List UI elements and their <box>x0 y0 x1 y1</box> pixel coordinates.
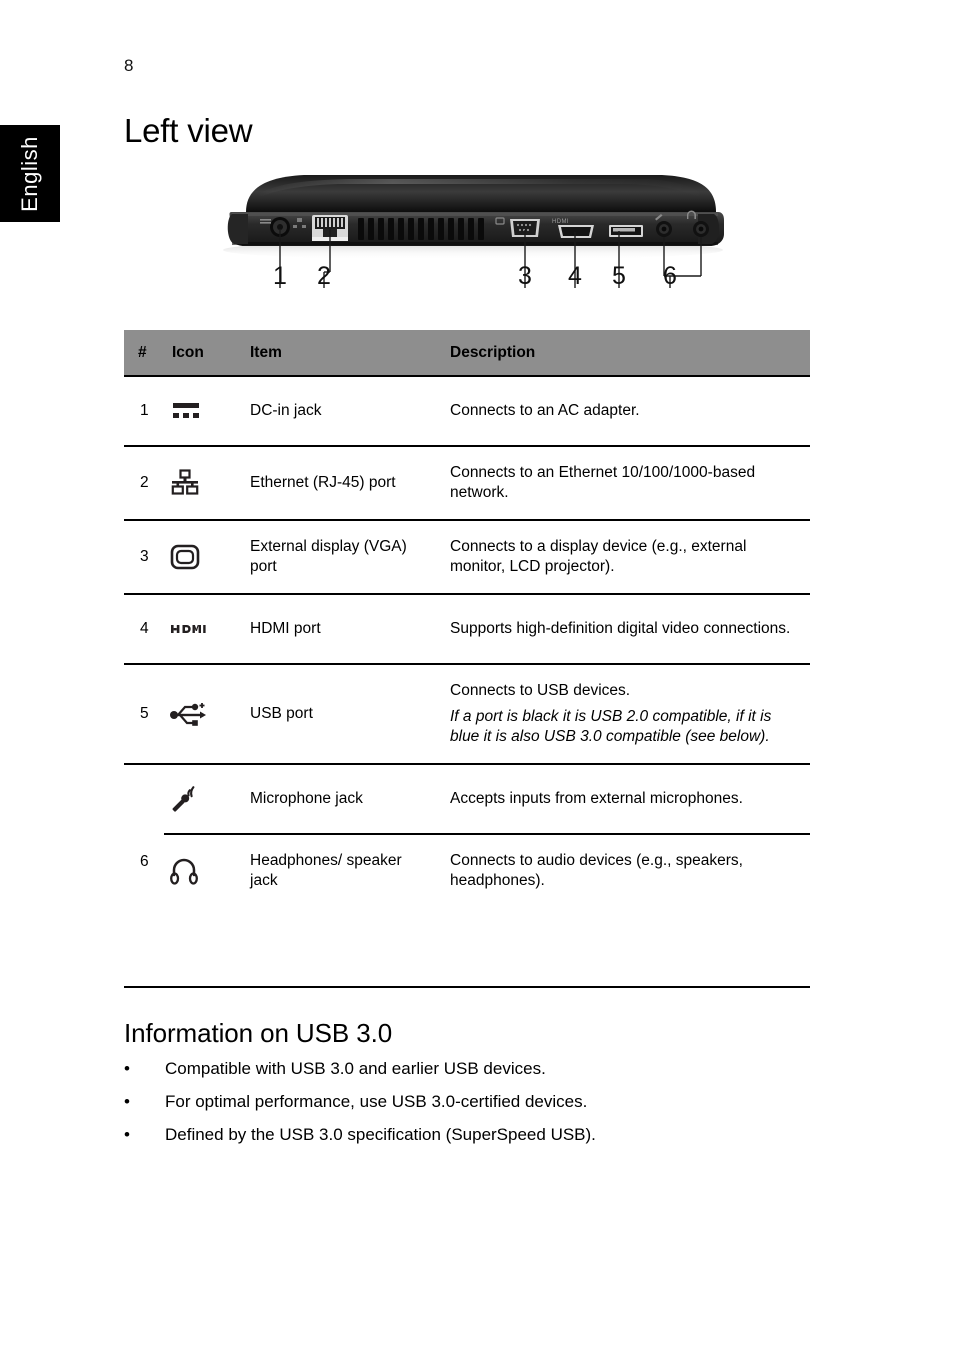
row-description: Connects to an Ethernet 10/100/1000-base… <box>446 445 810 520</box>
row-item: Ethernet (RJ-45) port <box>246 445 446 520</box>
bullet-icon: • <box>124 1059 130 1078</box>
microphone-jack-icon <box>170 781 216 817</box>
table-header-row: # Icon Item Description <box>124 330 810 376</box>
row-number: 4 <box>124 593 164 664</box>
row-item: Microphone jack <box>246 763 446 834</box>
table-row: Headphones/ speaker jack Connects to aud… <box>124 833 810 907</box>
vga-port-icon <box>170 539 216 575</box>
row-item: DC-in jack <box>246 375 446 446</box>
list-item: • For optimal performance, use USB 3.0-c… <box>124 1089 824 1115</box>
row-description: Connects to an AC adapter. <box>446 375 810 446</box>
headphones-speaker-jack-icon <box>170 853 216 889</box>
callout-2: 2 <box>317 262 331 290</box>
ports-table-header: # Icon Item Description <box>124 330 810 376</box>
header-number: # <box>124 330 164 376</box>
callout-3: 3 <box>518 262 532 290</box>
row-number-group: 6 <box>124 763 164 907</box>
list-item: • Defined by the USB 3.0 specification (… <box>124 1122 824 1148</box>
table-row: 1 DC-in jack Connects to an AC adapter. <box>124 375 810 446</box>
header-item: Item <box>246 330 446 376</box>
row-icon-cell <box>164 375 246 446</box>
callout-4: 4 <box>568 262 582 290</box>
bullet-icon: • <box>124 1125 130 1144</box>
dc-in-jack-icon <box>170 393 216 429</box>
row-description-cell: Connects to USB devices. If a port is bl… <box>446 663 810 764</box>
usb-section-title: Information on USB 3.0 <box>124 1018 393 1048</box>
row-icon-cell <box>164 593 246 664</box>
row-description: Connects to audio devices (e.g., speaker… <box>446 833 810 907</box>
row-description: Connects to USB devices. <box>450 682 631 699</box>
svg-text:HDMI: HDMI <box>552 219 569 225</box>
row-item: HDMI port <box>246 593 446 664</box>
usb-port-icon <box>170 696 216 732</box>
bullet-icon: • <box>124 1092 130 1111</box>
language-tab: English <box>0 125 60 222</box>
callout-1: 1 <box>273 262 287 290</box>
row-description: Connects to a display device (e.g., exte… <box>446 519 810 594</box>
row-item: Headphones/ speaker jack <box>246 833 446 907</box>
row-icon-cell <box>164 519 246 594</box>
row-number: 6 <box>140 853 149 870</box>
row-description: Accepts inputs from external microphones… <box>446 763 810 834</box>
row-description: Supports high-definition digital video c… <box>446 593 810 664</box>
table-row: 5 USB port Connects to USB devices. If a… <box>124 663 810 764</box>
header-description: Description <box>446 330 810 376</box>
row-number: 3 <box>124 519 164 594</box>
row-description-italic: If a port is black it is USB 2.0 compati… <box>450 708 772 745</box>
ethernet-port-icon <box>170 465 216 501</box>
usb-bullet-list: • Compatible with USB 3.0 and earlier US… <box>124 1056 824 1155</box>
table-row: 3 External display (VGA) port Connects t… <box>124 519 810 594</box>
table-bottom-rule <box>124 986 810 988</box>
figure-callout-numbers: 1 2 3 4 5 6 <box>218 262 728 294</box>
ports-table: # Icon Item Description 1 DC-in jack Con… <box>124 330 810 907</box>
list-item: • Compatible with USB 3.0 and earlier US… <box>124 1056 824 1082</box>
callout-6: 6 <box>663 262 677 290</box>
page-number: 8 <box>124 56 134 75</box>
row-item: USB port <box>246 663 446 764</box>
row-icon-cell <box>164 833 246 907</box>
row-item: External display (VGA) port <box>246 519 446 594</box>
list-item-label: For optimal performance, use USB 3.0-cer… <box>165 1092 588 1111</box>
row-icon-cell <box>164 663 246 764</box>
language-tab-label: English <box>17 135 42 212</box>
hdmi-port-icon <box>170 611 216 647</box>
header-icon: Icon <box>164 330 246 376</box>
list-item-label: Defined by the USB 3.0 specification (Su… <box>165 1125 596 1144</box>
row-number: 2 <box>124 445 164 520</box>
row-number: 1 <box>124 375 164 446</box>
table-row: 6 Microphone jack Accepts inputs from ex… <box>124 763 810 907</box>
row-icon-cell <box>164 763 246 834</box>
list-item-label: Compatible with USB 3.0 and earlier USB … <box>165 1059 546 1078</box>
row-number: 5 <box>124 663 164 764</box>
page-title: Left view <box>124 112 253 149</box>
table-row: 4 HDMI port Supports high-definition dig… <box>124 593 810 664</box>
callout-5: 5 <box>612 262 626 290</box>
table-row: 2 Ethernet (RJ-45) port Connects to an E… <box>124 445 810 520</box>
row-icon-cell <box>164 445 246 520</box>
